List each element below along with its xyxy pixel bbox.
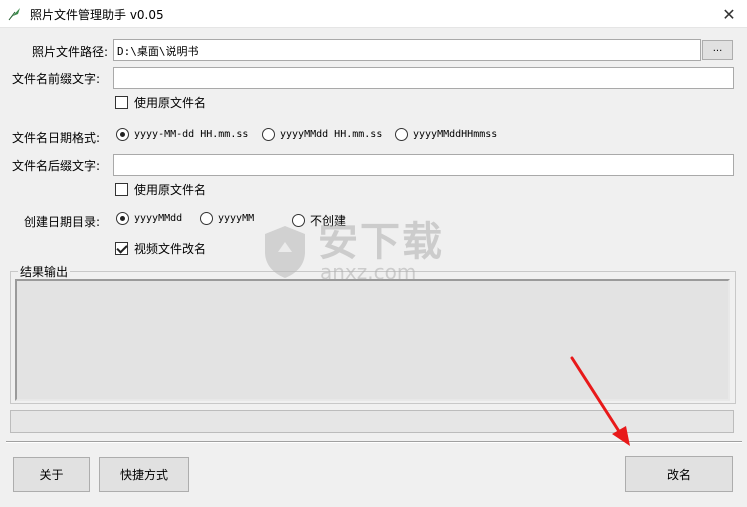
radio-dot[interactable]	[262, 128, 275, 141]
path-label: 照片文件路径:	[32, 45, 109, 59]
title-bar: 照片文件管理助手 v0.05 ✕	[0, 0, 747, 28]
suffix-use-original-label: 使用原文件名	[134, 183, 207, 197]
shield-icon	[265, 226, 305, 278]
prefix-label: 文件名前缀文字:	[12, 72, 101, 86]
prefix-checkbox-box[interactable]	[115, 96, 128, 109]
watermark: 安下载 anxz.com	[262, 222, 444, 282]
date-format-label: 文件名日期格式:	[12, 131, 101, 145]
suffix-label: 文件名后缀文字:	[12, 159, 101, 173]
output-group-title: 结果输出	[18, 263, 71, 280]
shortcut-button[interactable]: 快捷方式	[99, 457, 189, 492]
radio-dot[interactable]	[200, 212, 213, 225]
browse-button[interactable]: ...	[702, 40, 733, 60]
window-title: 照片文件管理助手 v0.05	[30, 8, 164, 22]
suffix-checkbox-box[interactable]	[115, 183, 128, 196]
dir-date-option-0[interactable]: yyyyMMdd	[116, 212, 182, 225]
about-button[interactable]: 关于	[13, 457, 90, 492]
radio-dot[interactable]	[395, 128, 408, 141]
watermark-sub-text: anxz.com	[320, 260, 417, 284]
dir-date-option-1[interactable]: yyyyMM	[200, 212, 254, 225]
prefix-use-original-label: 使用原文件名	[134, 96, 207, 110]
prefix-use-original-checkbox[interactable]: 使用原文件名	[115, 94, 206, 111]
close-button[interactable]: ✕	[711, 0, 747, 28]
dir-date-label: 创建日期目录:	[24, 215, 101, 229]
video-rename-label: 视频文件改名	[134, 242, 207, 256]
path-input[interactable]: D:\桌面\说明书	[113, 39, 701, 61]
watermark-main-text: 安下载	[318, 219, 444, 265]
rename-button[interactable]: 改名	[625, 456, 733, 492]
suffix-input[interactable]	[113, 154, 734, 176]
radio-dot[interactable]	[116, 128, 129, 141]
radio-dot[interactable]	[116, 212, 129, 225]
close-icon: ✕	[722, 4, 736, 24]
date-format-option-2[interactable]: yyyyMMddHHmmss	[395, 128, 497, 141]
feather-icon	[8, 8, 20, 21]
prefix-input[interactable]	[113, 67, 734, 89]
suffix-use-original-checkbox[interactable]: 使用原文件名	[115, 181, 206, 198]
arrow-icon	[570, 356, 630, 446]
video-rename-checkbox[interactable]: 视频文件改名	[115, 240, 206, 257]
date-format-option-1[interactable]: yyyyMMdd HH.mm.ss	[262, 128, 382, 141]
video-rename-checkbox-box[interactable]	[115, 242, 128, 255]
date-format-option-0[interactable]: yyyy-MM-dd HH.mm.ss	[116, 128, 248, 141]
